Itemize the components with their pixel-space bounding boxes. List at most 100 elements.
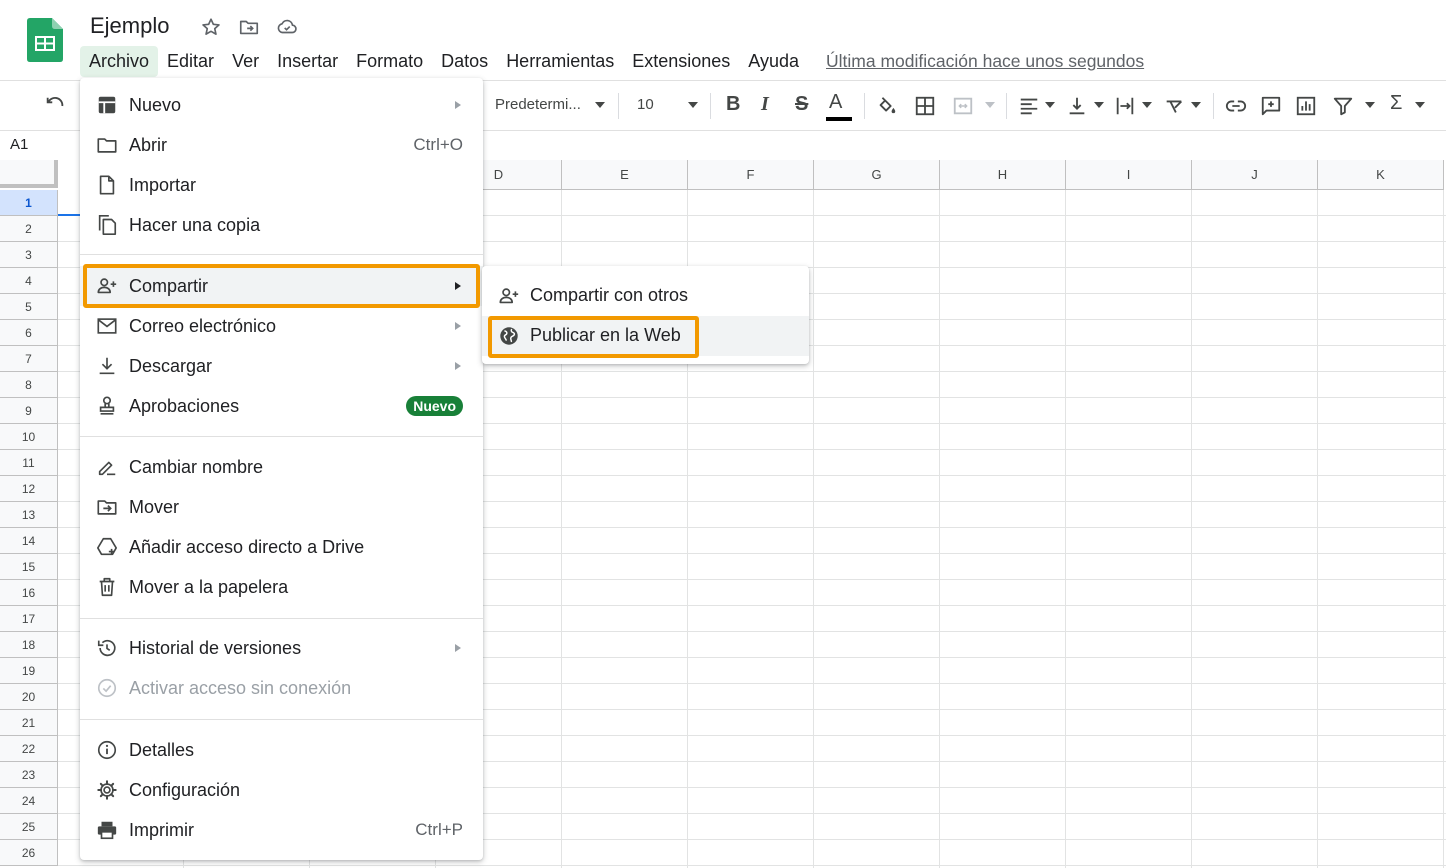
fill-color-icon[interactable] [876, 95, 898, 117]
menu-datos[interactable]: Datos [432, 46, 497, 77]
column-header[interactable]: E [562, 160, 688, 190]
row-header[interactable]: 11 [0, 450, 58, 476]
functions-icon[interactable]: Σ [1390, 92, 1402, 115]
menu-item-correo[interactable]: Correo electrónico [80, 306, 483, 346]
chevron-down-icon[interactable] [1191, 102, 1201, 108]
menu-label: Descargar [129, 355, 213, 376]
menu-item-sin-conexion[interactable]: Activar acceso sin conexión [80, 668, 483, 708]
column-header[interactable]: F [688, 160, 814, 190]
menu-item-historial[interactable]: Historial de versiones [80, 628, 483, 668]
menu-item-compartir-otros[interactable]: Compartir con otros [482, 276, 809, 316]
menu-ver[interactable]: Ver [223, 46, 268, 77]
name-box[interactable]: A1 [10, 136, 28, 153]
row-header[interactable]: 16 [0, 580, 58, 606]
menu-ayuda[interactable]: Ayuda [739, 46, 808, 77]
column-header[interactable]: J [1192, 160, 1318, 190]
row-header[interactable]: 23 [0, 762, 58, 788]
menu-item-imprimir[interactable]: Imprimir Ctrl+P [80, 810, 483, 850]
column-header[interactable]: K [1318, 160, 1444, 190]
chart-icon[interactable] [1295, 95, 1317, 117]
select-all-corner[interactable] [0, 160, 58, 188]
menu-item-acceso-directo[interactable]: Añadir acceso directo a Drive [80, 527, 483, 567]
row-header[interactable]: 10 [0, 424, 58, 450]
row-header[interactable]: 26 [0, 840, 58, 866]
menu-item-descargar[interactable]: Descargar [80, 346, 483, 386]
filter-icon[interactable] [1332, 95, 1354, 117]
grid-column-line [1317, 190, 1318, 868]
chevron-down-icon[interactable] [985, 102, 995, 108]
menu-extensiones[interactable]: Extensiones [623, 46, 739, 77]
row-header[interactable]: 8 [0, 372, 58, 398]
row-header[interactable]: 13 [0, 502, 58, 528]
column-header[interactable]: G [814, 160, 940, 190]
app-header: Ejemplo Archivo Editar Ver Insertar Form… [0, 0, 1446, 80]
row-header[interactable]: 25 [0, 814, 58, 840]
text-wrap-icon[interactable] [1114, 95, 1136, 117]
row-header[interactable]: 6 [0, 320, 58, 346]
last-edit-link[interactable]: Última modificación hace unos segundos [826, 51, 1144, 72]
row-header[interactable]: 4 [0, 268, 58, 294]
column-header[interactable]: I [1066, 160, 1192, 190]
row-header[interactable]: 9 [0, 398, 58, 424]
font-size-select[interactable]: 10 [637, 96, 654, 113]
row-header[interactable]: 15 [0, 554, 58, 580]
chevron-down-icon[interactable] [595, 102, 605, 108]
document-title[interactable]: Ejemplo [90, 13, 169, 39]
italic-button[interactable]: I [761, 93, 769, 116]
row-header[interactable]: 1 [0, 190, 58, 216]
menu-item-papelera[interactable]: Mover a la papelera [80, 567, 483, 607]
row-header[interactable]: 22 [0, 736, 58, 762]
text-color-button[interactable]: A [829, 91, 842, 114]
menu-item-hacer-copia[interactable]: Hacer una copia [80, 205, 483, 245]
row-header[interactable]: 20 [0, 684, 58, 710]
row-header[interactable]: 19 [0, 658, 58, 684]
row-header[interactable]: 14 [0, 528, 58, 554]
sheets-logo-icon[interactable] [27, 18, 63, 62]
star-icon[interactable] [200, 16, 222, 38]
font-family-select[interactable]: Predetermi... [495, 96, 581, 113]
move-folder-icon[interactable] [238, 16, 260, 38]
menu-item-nuevo[interactable]: Nuevo [80, 85, 483, 125]
cloud-status-icon[interactable] [276, 16, 298, 38]
align-vertical-icon[interactable] [1066, 95, 1088, 117]
row-header[interactable]: 5 [0, 294, 58, 320]
menu-herramientas[interactable]: Herramientas [497, 46, 623, 77]
chevron-down-icon[interactable] [1365, 102, 1375, 108]
chevron-down-icon[interactable] [1142, 102, 1152, 108]
menu-item-cambiar-nombre[interactable]: Cambiar nombre [80, 447, 483, 487]
chevron-down-icon[interactable] [688, 102, 698, 108]
menu-editar[interactable]: Editar [158, 46, 223, 77]
menu-item-detalles[interactable]: Detalles [80, 730, 483, 770]
undo-icon[interactable] [44, 95, 66, 117]
comment-icon[interactable] [1260, 95, 1282, 117]
menu-item-configuracion[interactable]: Configuración [80, 770, 483, 810]
row-header[interactable]: 12 [0, 476, 58, 502]
menu-item-aprobaciones[interactable]: Aprobaciones Nuevo [80, 386, 483, 426]
menu-archivo[interactable]: Archivo [80, 45, 159, 77]
menu-item-importar[interactable]: Importar [80, 165, 483, 205]
menu-insertar[interactable]: Insertar [268, 46, 347, 77]
menu-item-abrir[interactable]: Abrir Ctrl+O [80, 125, 483, 165]
text-rotation-icon[interactable] [1163, 95, 1185, 117]
menu-item-compartir[interactable]: Compartir [80, 266, 483, 306]
row-header[interactable]: 24 [0, 788, 58, 814]
bold-button[interactable]: B [726, 93, 740, 116]
strikethrough-button[interactable]: S [795, 93, 808, 116]
chevron-down-icon[interactable] [1045, 102, 1055, 108]
column-header[interactable]: H [940, 160, 1066, 190]
chevron-down-icon[interactable] [1094, 102, 1104, 108]
link-icon[interactable] [1225, 95, 1247, 117]
row-header[interactable]: 3 [0, 242, 58, 268]
merge-cells-icon[interactable] [952, 95, 974, 117]
menu-item-publicar-web[interactable]: Publicar en la Web [482, 316, 809, 356]
chevron-down-icon[interactable] [1415, 102, 1425, 108]
borders-icon[interactable] [914, 95, 936, 117]
row-header[interactable]: 17 [0, 606, 58, 632]
menu-formato[interactable]: Formato [347, 46, 432, 77]
row-header[interactable]: 21 [0, 710, 58, 736]
menu-item-mover[interactable]: Mover [80, 487, 483, 527]
row-header[interactable]: 18 [0, 632, 58, 658]
row-header[interactable]: 2 [0, 216, 58, 242]
align-horizontal-icon[interactable] [1018, 95, 1040, 117]
row-header[interactable]: 7 [0, 346, 58, 372]
